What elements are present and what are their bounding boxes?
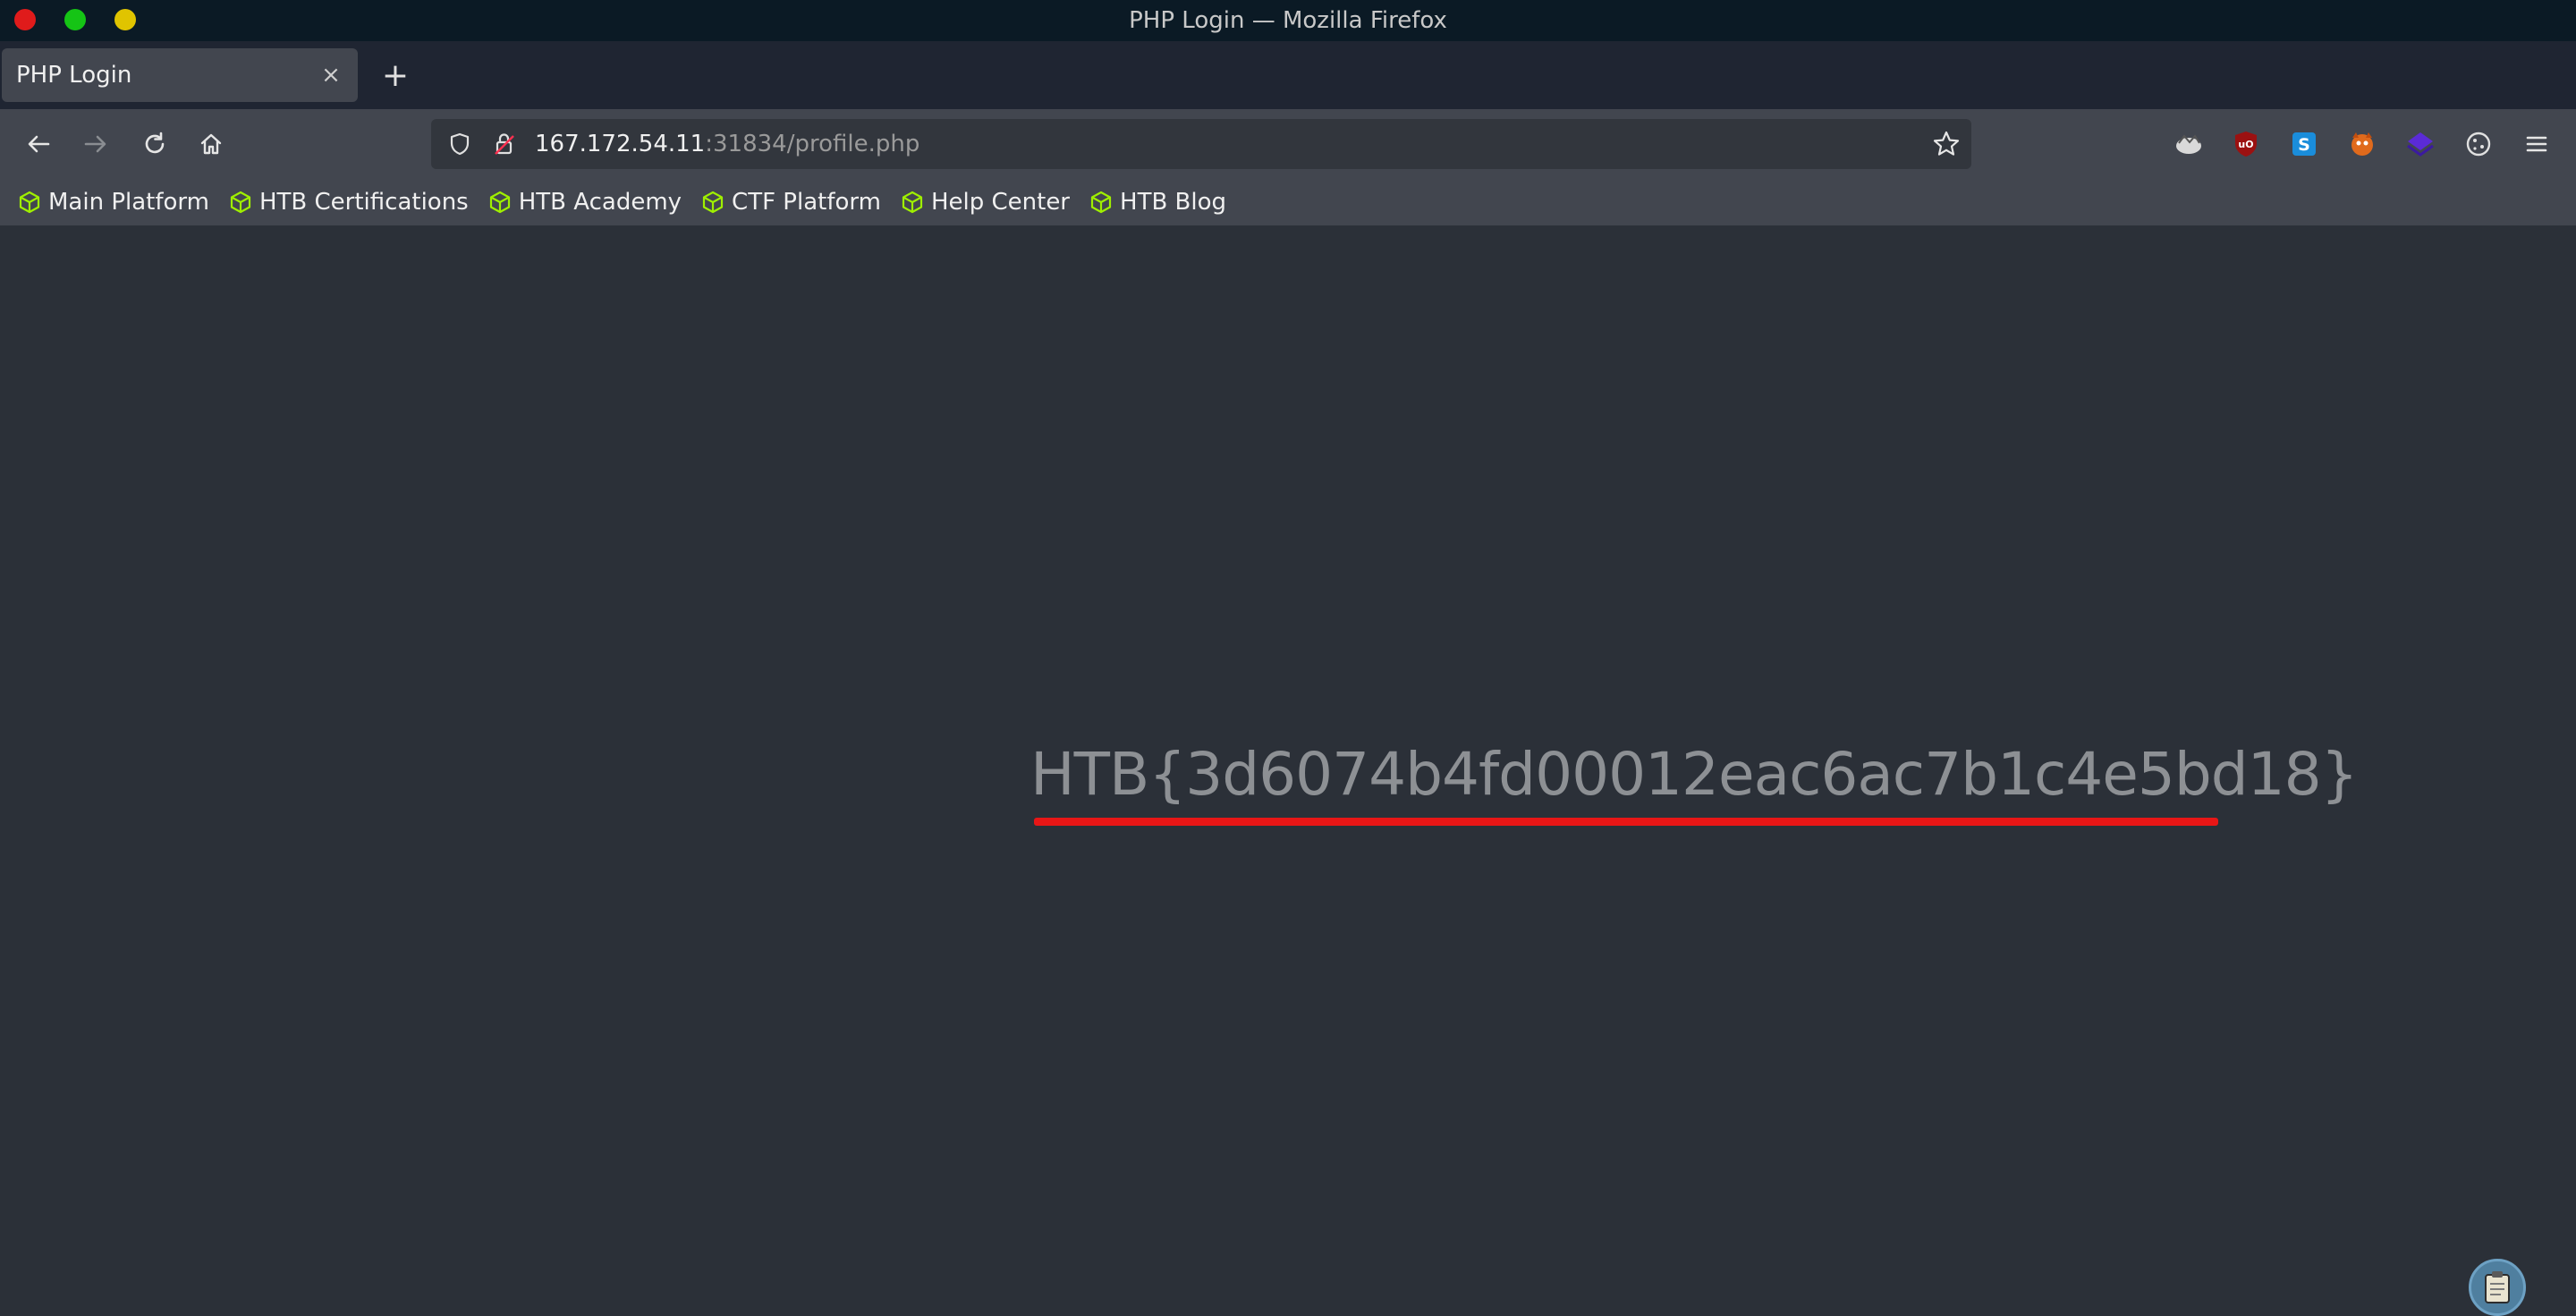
- window-titlebar: PHP Login — Mozilla Firefox: [0, 0, 2576, 41]
- bookmark-htb-academy[interactable]: HTB Academy: [488, 189, 682, 216]
- tab-label: PHP Login: [16, 62, 132, 89]
- clipboard-icon: [2485, 1271, 2510, 1303]
- insecure-lock-icon[interactable]: [490, 130, 519, 158]
- flag-text: HTB{3d6074b4fd00012eac6ac7b1c4e5bd18}: [1030, 740, 2359, 809]
- reload-button[interactable]: [132, 122, 177, 166]
- window-controls: [14, 9, 136, 30]
- svg-text:S: S: [2298, 135, 2310, 155]
- bookmark-help-center[interactable]: Help Center: [901, 189, 1070, 216]
- back-arrow-icon: [28, 135, 50, 153]
- bookmark-label: CTF Platform: [732, 189, 881, 216]
- bookmark-label: HTB Blog: [1120, 189, 1227, 216]
- extension-wappalyzer-icon[interactable]: [2172, 127, 2206, 161]
- bookmark-label: Main Platform: [48, 189, 209, 216]
- new-tab-button[interactable]: +: [376, 55, 415, 95]
- home-icon: [200, 133, 222, 155]
- extension-layers-icon[interactable]: [2403, 127, 2437, 161]
- tab-php-login[interactable]: PHP Login ×: [2, 48, 358, 102]
- window-title: PHP Login — Mozilla Firefox: [1129, 7, 1447, 34]
- url-path: :31834/profile.php: [705, 131, 920, 157]
- forward-button[interactable]: [73, 122, 118, 166]
- extension-cookie-icon[interactable]: [2462, 127, 2496, 161]
- bookmark-htb-blog[interactable]: HTB Blog: [1089, 189, 1226, 216]
- htb-cube-icon: [230, 191, 251, 214]
- bookmark-main-platform[interactable]: Main Platform: [18, 189, 209, 216]
- navigation-toolbar: 167.172.54.11:31834/profile.php uO S: [0, 109, 2576, 179]
- reload-icon: [145, 132, 165, 154]
- htb-cube-icon: [702, 191, 724, 214]
- tab-strip: PHP Login × +: [0, 41, 2576, 109]
- bookmark-label: HTB Academy: [518, 189, 682, 216]
- bookmark-label: Help Center: [930, 189, 1071, 216]
- app-menu-hamburger-icon[interactable]: [2520, 127, 2554, 161]
- page-content: HTB{3d6074b4fd00012eac6ac7b1c4e5bd18}: [0, 225, 2576, 1316]
- tracking-protection-shield-icon[interactable]: [445, 130, 474, 158]
- home-button[interactable]: [189, 122, 233, 166]
- minimize-window-button[interactable]: [114, 9, 136, 30]
- clipboard-button[interactable]: [2469, 1259, 2526, 1316]
- extension-fox-icon[interactable]: [2345, 127, 2379, 161]
- maximize-window-button[interactable]: [64, 9, 86, 30]
- htb-cube-icon: [1090, 191, 1112, 214]
- red-underline-annotation: [1034, 818, 2218, 826]
- bookmark-htb-certifications[interactable]: HTB Certifications: [229, 189, 469, 216]
- close-window-button[interactable]: [14, 9, 36, 30]
- svg-text:uO: uO: [2238, 139, 2253, 150]
- htb-cube-icon: [489, 191, 510, 214]
- bookmark-label: HTB Certifications: [258, 189, 469, 216]
- htb-cube-icon: [902, 191, 923, 214]
- extension-ublock-icon[interactable]: uO: [2229, 127, 2263, 161]
- url-bar[interactable]: 167.172.54.11:31834/profile.php: [431, 119, 1971, 169]
- htb-cube-icon: [19, 191, 40, 214]
- extension-s-icon[interactable]: S: [2287, 127, 2321, 161]
- forward-arrow-icon: [84, 135, 106, 153]
- bookmark-ctf-platform[interactable]: CTF Platform: [701, 189, 881, 216]
- bookmarks-toolbar: Main Platform HTB Certifications HTB Aca…: [0, 179, 2576, 225]
- back-button[interactable]: [16, 122, 61, 166]
- bookmark-star-icon[interactable]: [1932, 130, 1961, 162]
- url-host: 167.172.54.11: [535, 131, 706, 157]
- tab-close-icon[interactable]: ×: [318, 62, 343, 89]
